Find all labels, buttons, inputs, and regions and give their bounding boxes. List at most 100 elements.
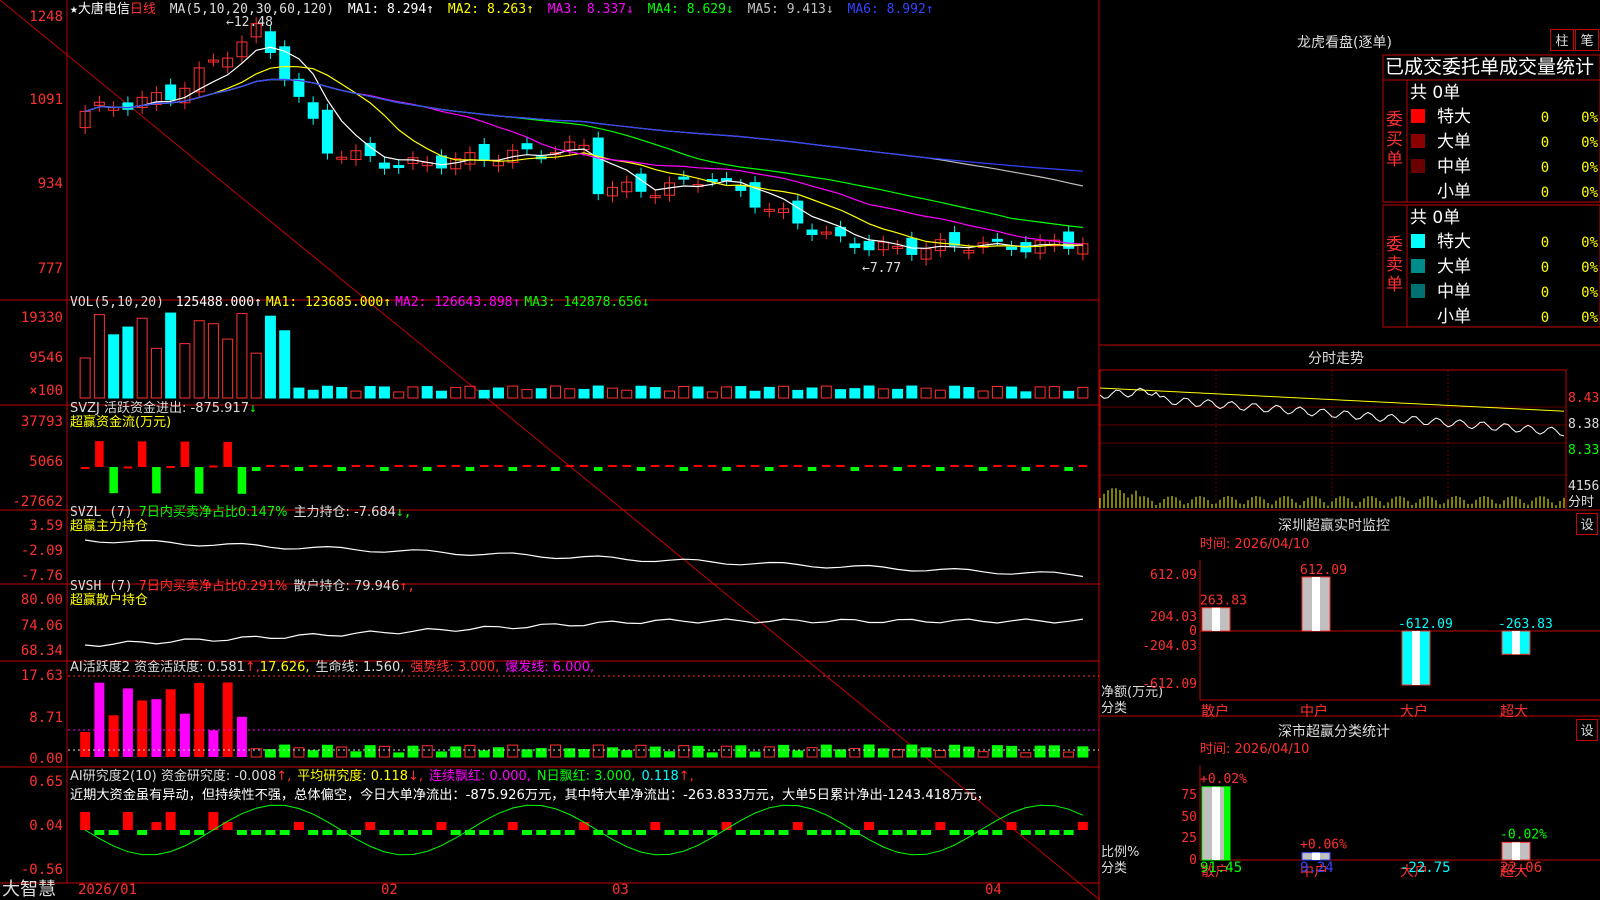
fund-flow-bar — [964, 465, 974, 467]
stats-settings-button[interactable]: 设 — [1576, 719, 1598, 741]
research-bar — [436, 822, 447, 830]
order-type: 大单 — [1437, 132, 1471, 152]
volume-bar — [863, 385, 875, 399]
main-holding-line — [85, 539, 1083, 578]
order-type: 特大 — [1437, 232, 1471, 252]
fund-flow-bar — [1064, 467, 1073, 471]
research-bar — [407, 830, 418, 835]
volume-bar — [607, 387, 618, 399]
fund-flow-bar — [779, 465, 788, 467]
fund-flow-bar — [565, 465, 575, 467]
stats-change-label: -0.02% — [1500, 827, 1547, 842]
volume-bar — [1034, 386, 1046, 399]
order-percent: 0% — [1581, 285, 1598, 301]
ma-line — [84, 78, 1083, 245]
research-bar — [921, 830, 932, 835]
fund-flow-bar — [907, 465, 917, 467]
bar-xlabel: 分类 — [1101, 701, 1127, 716]
research-bar — [151, 822, 162, 830]
fund-flow-bar — [209, 465, 218, 468]
activity-bar — [1063, 751, 1075, 758]
monitor-tick: 204.03 — [1150, 610, 1197, 625]
research-bar — [279, 830, 290, 835]
fund-flow-bar — [123, 466, 133, 469]
fenshi-price-tick: 8.38 — [1568, 417, 1599, 432]
monitor-settings-button[interactable]: 设 — [1576, 513, 1598, 535]
stats-tick: 50 — [1181, 810, 1197, 825]
order-count: 0 — [1541, 235, 1549, 251]
fund-flow-bar — [1007, 465, 1016, 467]
fund-flow-bar — [1078, 465, 1088, 467]
research-bar — [807, 830, 818, 835]
fund-flow-bar — [765, 467, 774, 471]
fund-flow-bar — [579, 465, 589, 467]
volume-bar — [692, 386, 704, 399]
volume-bar — [236, 313, 248, 399]
stats-bar-edge — [1224, 786, 1230, 860]
fund-flow-bar — [508, 467, 518, 471]
activity-bar — [236, 716, 247, 757]
research-bar — [365, 822, 376, 830]
candle — [393, 165, 405, 169]
activity-bar — [592, 744, 604, 758]
research-bar — [878, 830, 889, 835]
research-bar — [165, 812, 176, 830]
candlestick-chart[interactable] — [79, 17, 1089, 266]
volume-bar — [421, 386, 433, 399]
fund-flow-bar — [679, 467, 689, 471]
longhu-header: 已成交委托单成交量统计 — [1385, 56, 1594, 78]
fund-flow-bar — [551, 467, 560, 471]
volume-bar — [336, 386, 348, 399]
volume-bar — [649, 387, 661, 399]
vol-legend-item: MA2: 126643.898↑ — [395, 295, 520, 310]
activity-bar — [1077, 746, 1089, 758]
bar-mode-button[interactable]: 柱 — [1550, 29, 1574, 51]
fund-flow-bar — [850, 467, 860, 471]
research-bar — [507, 822, 518, 830]
fund-flow-bar — [152, 467, 161, 494]
tick-mode-button[interactable]: 笔 — [1575, 29, 1599, 51]
volume-bar — [364, 386, 376, 399]
svsh-legend: SVSH (7) 7日内买卖净占比0.291% 散户持仓: 79.946↑, — [70, 578, 415, 594]
candle — [1006, 246, 1018, 250]
ma-legend-item: MA4: 8.629↓ — [648, 2, 742, 17]
research-bar — [992, 830, 1003, 835]
fund-flow-bar — [1050, 465, 1059, 467]
research-bar — [949, 830, 960, 835]
chart-canvas: 已成交委托单成交量统计委买单共 0单特大 0 0%大单 0 0%中单 0 0%小单 0 0%委卖… — [0, 0, 1600, 900]
bar-category: 超大 — [1500, 704, 1528, 720]
research-bar — [322, 830, 333, 835]
activity-bar — [521, 749, 533, 758]
research-bar — [750, 830, 761, 835]
svzl-tick: 3.59 — [29, 518, 63, 534]
research-bar — [179, 830, 190, 835]
candle — [906, 237, 918, 255]
ai-legend: AI活跃度2 资金活跃度: 0.581↑,17.626, 生命线: 1.560, 强… — [70, 659, 594, 675]
order-count: 0 — [1541, 285, 1549, 301]
monitor-value-label: 612.09 — [1300, 563, 1347, 578]
research-bar — [493, 830, 504, 835]
volume-bar — [250, 352, 262, 399]
order-percent: 0% — [1581, 160, 1598, 176]
fund-flow-bar — [365, 465, 375, 467]
candle — [792, 200, 804, 224]
high-price-label: ←12.48 — [226, 15, 273, 30]
date-tick: 04 — [985, 882, 1002, 898]
order-count: 0 — [1541, 160, 1549, 176]
activity-bar — [578, 749, 590, 758]
research-bar — [579, 822, 589, 830]
brand-logo: 大智慧 — [2, 879, 56, 900]
fund-flow-bar — [993, 465, 1002, 467]
svsh-tick: 80.00 — [21, 592, 63, 608]
stats-bar-highlight — [1512, 842, 1520, 860]
ai-tick: 8.71 — [29, 710, 63, 726]
order-percent: 0% — [1581, 135, 1598, 151]
bar-chart-time: 时间: 2026/04/10 — [1200, 537, 1309, 552]
research-bar — [764, 830, 775, 835]
stats-tick: 25 — [1181, 831, 1197, 846]
fund-flow-bar — [793, 465, 803, 467]
yj-commentary: 近期大资金虽有异动，但持续性不强，总体偏空，今日大单净流出：-875.926万元… — [70, 787, 990, 803]
research-bar — [422, 830, 433, 835]
fund-flow-bar — [921, 465, 931, 467]
volume-bar — [207, 323, 219, 399]
